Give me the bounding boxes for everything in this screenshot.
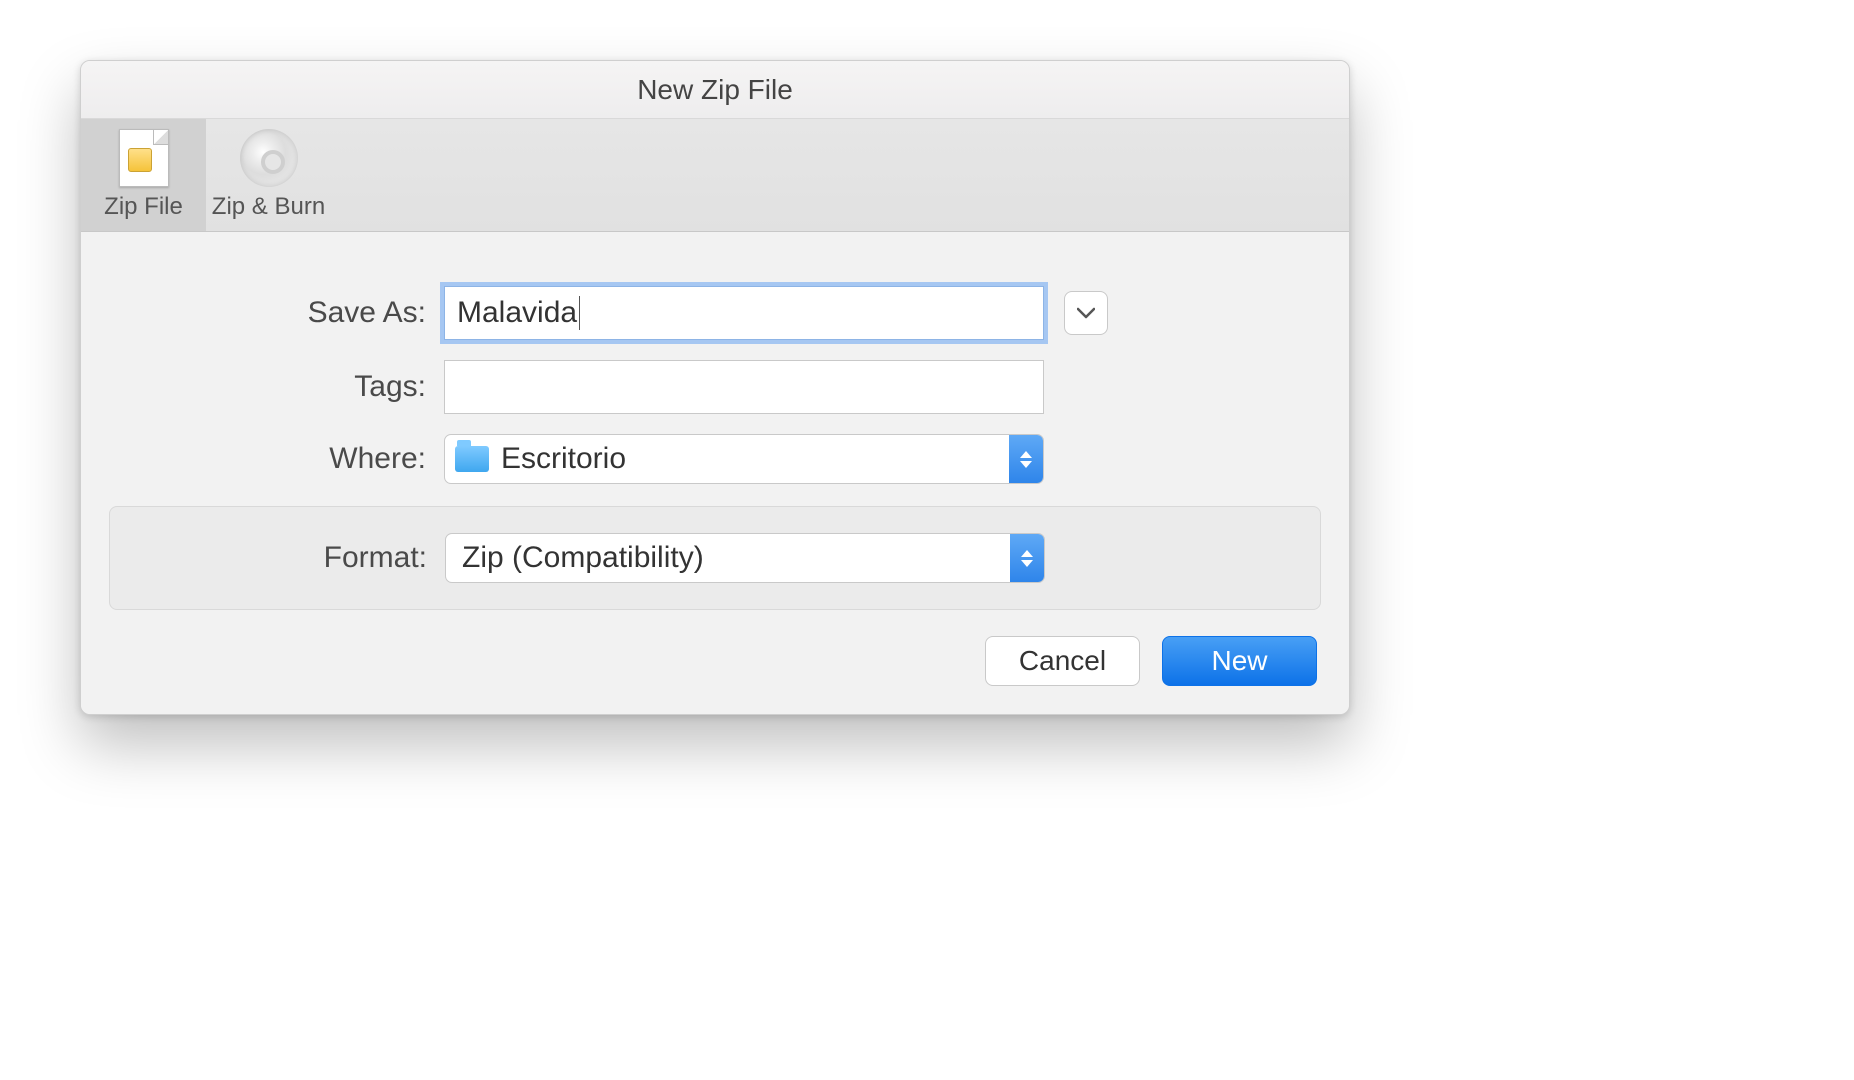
dialog-title: New Zip File [81,61,1349,119]
format-value: Zip (Compatibility) [462,541,704,575]
disc-icon [240,129,298,187]
toolbar-zip-burn-label: Zip & Burn [212,193,325,221]
toolbar-zip-file-label: Zip File [104,193,183,221]
toolbar-zip-burn[interactable]: Zip & Burn [206,119,331,231]
button-row: Cancel New [109,636,1321,686]
new-button[interactable]: New [1162,636,1317,686]
save-as-value: Malavida [457,296,577,330]
save-as-label: Save As: [109,296,444,330]
dialog-content: Save As: Malavida Tags: Where: Escritori… [81,232,1349,714]
toolbar: Zip File Zip & Burn [81,119,1349,232]
format-label: Format: [110,541,445,575]
row-where: Where: Escritorio [109,434,1321,484]
row-tags: Tags: [109,360,1321,414]
text-caret [579,296,580,330]
row-save-as: Save As: Malavida [109,286,1321,340]
new-zip-dialog: New Zip File Zip File Zip & Burn Save As… [80,60,1350,715]
where-value: Escritorio [501,442,626,476]
zip-file-icon [115,129,173,187]
toolbar-zip-file[interactable]: Zip File [81,119,206,231]
cancel-button[interactable]: Cancel [985,636,1140,686]
folder-icon [455,446,489,472]
where-select[interactable]: Escritorio [444,434,1044,484]
chevron-down-icon [1077,307,1095,319]
new-button-label: New [1211,645,1267,677]
row-format: Format: Zip (Compatibility) [110,533,1320,583]
format-panel: Format: Zip (Compatibility) [109,506,1321,610]
stepper-icon [1010,534,1044,582]
tags-label: Tags: [109,370,444,404]
cancel-button-label: Cancel [1019,645,1106,677]
tags-input[interactable] [444,360,1044,414]
format-select[interactable]: Zip (Compatibility) [445,533,1045,583]
expand-save-panel-button[interactable] [1064,291,1108,335]
where-label: Where: [109,442,444,476]
stepper-icon [1009,435,1043,483]
save-as-input[interactable]: Malavida [444,286,1044,340]
dialog-title-text: New Zip File [637,74,793,106]
